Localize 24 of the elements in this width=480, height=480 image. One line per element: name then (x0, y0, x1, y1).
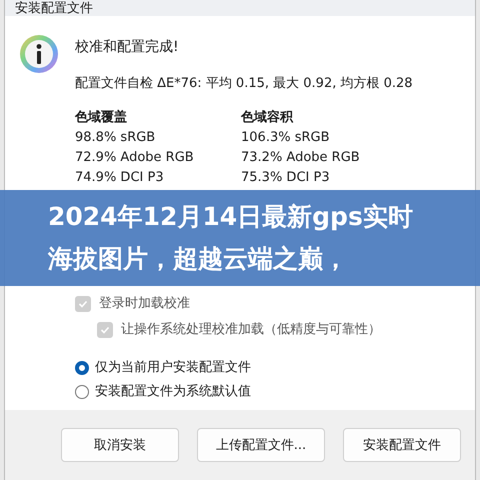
radio-button[interactable] (75, 361, 89, 375)
dialog-button[interactable]: 取消安装 (61, 428, 179, 462)
checkbox-label: 让操作系统处理校准加载（低精度与可靠性） (121, 321, 381, 339)
dialog-button[interactable]: 上传配置文件... (197, 428, 325, 462)
gamut-value: 75.3% DCI P3 (241, 169, 331, 187)
radio-label: 仅为当前用户安装配置文件 (95, 359, 251, 377)
gamut-heading: 色域覆盖 (75, 108, 128, 127)
self-check-text: 配置文件自检 ΔE*76: 平均 0.15, 最大 0.92, 均方根 0.28 (75, 75, 413, 92)
gamut-heading: 色域容积 (241, 108, 294, 127)
dialog-heading: 校准和配置完成! (75, 38, 180, 56)
gamut-value: 72.9% Adobe RGB (75, 149, 195, 167)
check-icon (100, 325, 110, 335)
info-icon (19, 34, 59, 74)
radio-button[interactable] (75, 385, 89, 399)
gamut-value: 73.2% Adobe RGB (241, 149, 361, 167)
headline-banner: 2024年12月14日最新gps实时海拔图片，超越云端之巅， (0, 190, 480, 286)
gamut-value: 74.9% DCI P3 (75, 169, 165, 187)
dialog-button[interactable]: 安装配置文件 (343, 428, 461, 462)
gamut-value: 106.3% sRGB (241, 129, 330, 147)
checkbox-label: 登录时加载校准 (99, 295, 190, 313)
gamut-value: 98.8% sRGB (75, 129, 156, 147)
check-icon (78, 299, 88, 309)
radio-label: 安装配置文件为系统默认值 (95, 383, 251, 401)
window-title: 安装配置文件 (15, 2, 93, 16)
